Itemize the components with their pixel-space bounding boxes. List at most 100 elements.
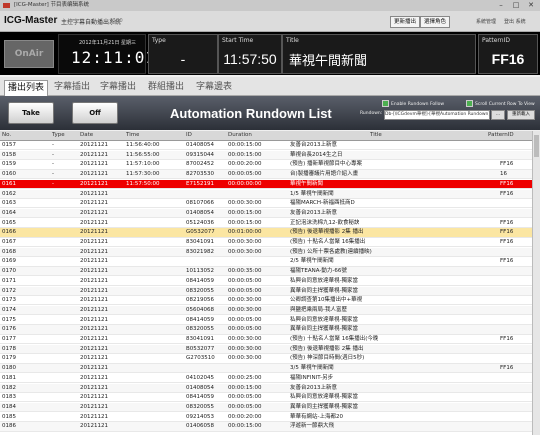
table-row[interactable]: 0176 20121121 08320055 00:00:05:00 異華台同主捍獲華視… [0,325,532,335]
table-row[interactable]: 0162 20121121 1/5 華視午間新聞 FF16 [0,189,532,199]
table-row[interactable]: 0167 20121121 83041091 00:00:30:00 (預告) 十點名人… [0,238,532,248]
table-row[interactable]: 0164 20121121 01408054 00:00:15:00 友善台2013上新… [0,208,532,219]
table-row[interactable]: 0175 20121121 08414059 00:00:05:00 私興台同意放達華視… [0,316,532,325]
table-row[interactable]: 0168 20121121 83021982 00:00:30:00 (預告) 公所十票… [0,247,532,257]
role-select-button[interactable]: 選擇角色 [420,16,451,28]
table-row[interactable]: 0183 20121121 08414059 00:00:05:00 私興台同意放達華視… [0,393,532,403]
table-row[interactable]: 0173 20121121 08219056 00:00:30:00 公卿調查第10集播… [0,296,532,306]
tab-subtitle-insert[interactable]: 字幕插出 [54,80,90,95]
col-id: G0532077 [186,229,215,236]
col-no: 0175 [2,316,16,323]
scroll-current-checkbox[interactable] [466,100,473,107]
scroll-current-option[interactable]: Scroll Current Row To View [466,100,535,107]
col-time-header[interactable]: Time [126,131,139,140]
tab-group-playout[interactable]: 群組播出 [148,80,184,95]
table-row[interactable]: 0165 20121121 05124036 00:00:15:00 正記泡沫洗棉九12… [0,219,532,228]
table-row[interactable]: 0163 20121121 08107066 00:00:30:00 福陽MARCH-新… [0,199,532,209]
table-row[interactable]: 0177 20121121 83041091 00:00:30:00 (預告) 十點名人… [0,335,532,345]
tab-playout-list[interactable]: 播出列表 [4,80,49,96]
col-title: 華華有網站-上海都20 [290,413,343,420]
table-row[interactable]: 0186 20121121 01406058 00:00:15:00 浮遊新一節鼎大飛 [0,422,532,432]
col-duration: 00:00:15:00 [228,151,262,158]
type-label: Type [152,37,166,44]
table-row[interactable]: 0171 20121121 08414059 00:00:05:00 私興台同意放達華視… [0,277,532,287]
table-row[interactable]: 0178 20121121 B0532077 00:00:30:00 (預告) 後退華視… [0,344,532,354]
col-date-header[interactable]: Date [80,131,93,140]
col-title: 異華台同主捍獲華視-獨家當 [290,326,358,333]
col-no: 0185 [2,413,16,420]
col-no: 0166 [2,229,16,236]
col-duration: 00:00:30:00 [228,345,262,352]
sync-button[interactable]: 更新播出 [390,16,421,28]
table-row[interactable]: 0185 20121121 09214053 00:00:20:00 華華有網站-上海都… [0,413,532,422]
col-duration: 00:00:05:00 [228,171,262,178]
close-button[interactable]: ✕ [524,1,538,9]
enable-follow-option[interactable]: Enable Rundown Follow [382,100,444,107]
table-row[interactable]: 0172 20121121 08320055 00:00:05:00 異華台同主捍獲華視… [0,286,532,296]
onair-button[interactable]: OnAir [4,40,54,68]
clock-panel: 2012年11月21日 星期三 12:11:01 [58,34,155,74]
col-date: 20121121 [80,180,108,187]
col-id-header[interactable]: ID [186,131,192,140]
col-id: 01408054 [186,209,214,216]
col-duration: 00:00:25:00 [228,374,262,381]
col-date: 20121121 [80,209,108,216]
table-row[interactable]: 0174 20121121 05604068 00:00:30:00 與鹽把乘兩局-我人… [0,305,532,316]
col-type-header[interactable]: Type [52,131,65,140]
table-row[interactable]: 0181 20121121 04102045 00:00:25:00 福陽INFINIT… [0,374,532,384]
col-duration: 00:00:20:00 [228,161,262,168]
col-date: 20121121 [80,394,108,401]
vertical-scrollbar[interactable] [532,131,540,435]
col-no-header[interactable]: No. [2,131,11,140]
col-date: 20121121 [80,239,108,245]
off-button[interactable]: Off [72,102,118,124]
rundown-select[interactable]: Db-[\ICGdevm華視]-[華視Automation Rundown] [384,110,490,120]
col-pattern-id-header[interactable]: PatternID [488,131,514,140]
col-title: 正記泡沫洗棉九12-飲食秘訣 [290,219,360,226]
col-duration: 00:00:30:00 [228,239,262,245]
col-date: 20121121 [80,248,108,255]
table-row[interactable]: 0180 20121121 3/5 華視午間新聞 FF16 [0,364,532,374]
table-row[interactable]: 0184 20121121 08320055 00:00:05:00 異華台同主捍獲華視… [0,402,532,413]
table-row[interactable]: 0161 - 20121121 11:57:50:00 E7152191 00:00:00… [0,179,532,190]
table-row[interactable]: 0182 20121121 01408054 00:00:15:00 友善台2013上新… [0,383,532,393]
table-row[interactable]: 0157 - 20121121 11:56:40:00 01408054 00:00:15… [0,141,532,151]
col-duration: 00:00:30:00 [228,355,262,362]
col-title: (預告) 公所十票各處教(連續播映) [290,248,372,255]
table-row[interactable]: 0160 - 20121121 11:57:30:00 82703530 00:00:05… [0,170,532,180]
col-id: 10113052 [186,268,214,275]
table-row[interactable]: 0166 20121121 G0532077 00:01:00:00 (預告) 後退華視… [0,228,532,238]
title-value: 華視午間新聞 [289,53,368,68]
enable-follow-checkbox[interactable] [382,100,389,107]
col-no: 0167 [2,239,16,245]
title-label: Title [286,37,299,44]
tab-subtitle-playout[interactable]: 字幕播出 [100,80,136,95]
col-duration-header[interactable]: Duration [228,131,252,140]
col-title: 福陽TEANA-動力-66號 [290,268,347,275]
pattern-id-label: PatternID [482,37,510,44]
col-date: 20121121 [80,200,108,207]
col-title: 3/5 華視午間新聞 [290,365,334,372]
table-row[interactable]: 0159 - 20121121 11:57:10:00 87002452 00:00:20… [0,160,532,170]
col-title-header[interactable]: Title [370,131,382,140]
col-duration: 00:00:30:00 [228,248,262,255]
maximize-button[interactable]: □ [509,1,523,9]
browse-button[interactable]: ... [491,110,505,120]
reload-button[interactable]: 重新載入 [507,110,535,120]
scrollbar-thumb[interactable] [534,135,539,157]
col-no: 0157 [2,142,16,148]
col-id: 08320055 [186,326,214,333]
col-time: 11:57:10:00 [126,161,160,168]
minimize-button[interactable]: – [494,1,508,9]
col-title: 與鹽把乘兩局-我人富歷 [290,306,347,313]
col-date: 20121121 [80,171,108,178]
col-duration: 00:00:05:00 [228,277,262,284]
table-row[interactable]: 0179 20121121 G2703510 00:00:30:00 (預告) 神深節目… [0,354,532,364]
table-row[interactable]: 0169 20121121 2/5 華視午間新聞 FF16 [0,257,532,267]
logout-link[interactable]: 登出 系統 [504,18,526,25]
take-button[interactable]: Take [8,102,54,124]
table-row[interactable]: 0170 20121121 10113052 00:00:35:00 福陽TEANA-動… [0,267,532,277]
tab-subtitle-table[interactable]: 字幕邊表 [196,80,232,95]
table-row[interactable]: 0158 - 20121121 11:56:55:00 09315044 00:00:15… [0,150,532,160]
col-pattern-id: FF16 [500,258,514,265]
